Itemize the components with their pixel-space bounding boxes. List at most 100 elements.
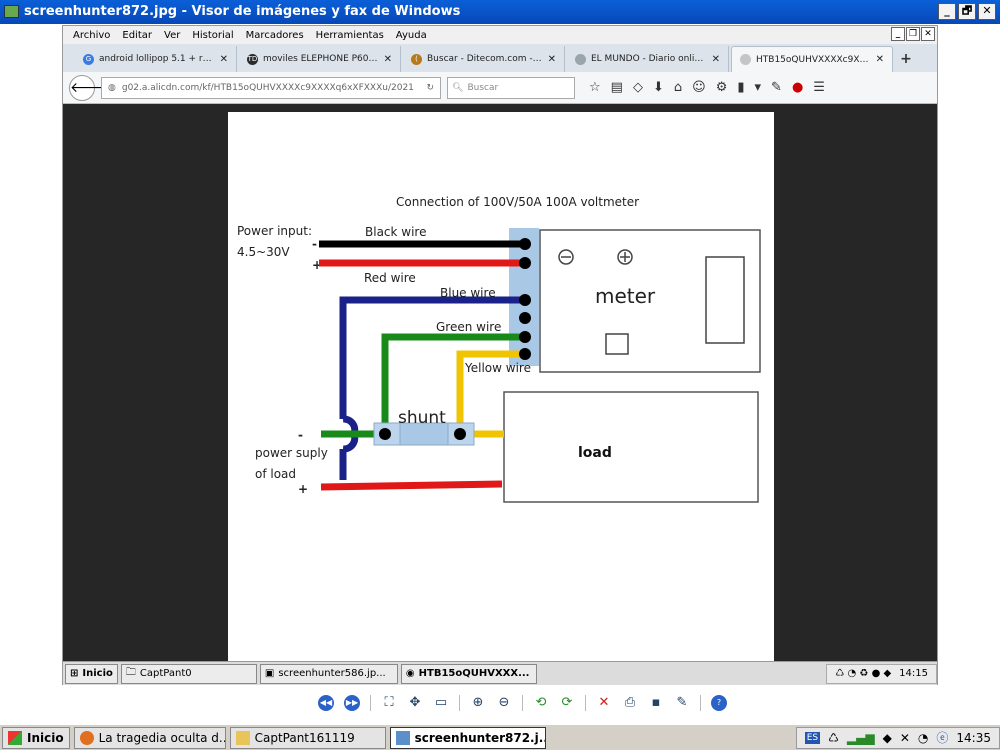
start-button[interactable]: Inicio — [2, 726, 70, 749]
windows-logo-icon: ⊞ — [70, 668, 79, 679]
url-text: g02.a.alicdn.com/kf/HTB15oQUHVXXXXc9XXXX… — [121, 82, 414, 93]
load-positive-wire — [320, 480, 503, 491]
google-favicon-icon: G — [83, 53, 94, 65]
black-wire-label: Black wire — [365, 225, 426, 239]
tab-close-icon[interactable]: ✕ — [712, 54, 720, 65]
windows-taskbar: Inicio La tragedia oculta d... CaptPant1… — [0, 724, 1000, 750]
tab-close-icon[interactable]: ✕ — [384, 54, 392, 65]
rotate-left-icon[interactable]: ⟲ — [533, 695, 549, 711]
tab-close-icon[interactable]: ✕ — [220, 54, 228, 65]
clock: 14:35 — [956, 730, 991, 745]
tab-close-icon[interactable]: ✕ — [876, 54, 884, 65]
wiring-diagram-svg: Connection of 100V/50A 100A voltmeter Po… — [237, 195, 761, 503]
best-fit-icon[interactable]: ⛶ — [381, 695, 397, 711]
tab-close-icon[interactable]: ✕ — [548, 54, 556, 65]
tab-htb-image[interactable]: HTB15oQUHVXXXXc9XXXX... ✕ — [731, 46, 893, 72]
edit-icon[interactable]: ✎ — [674, 695, 690, 711]
menu-archivo[interactable]: Archivo — [67, 30, 116, 41]
terminal-green — [519, 331, 531, 343]
menu-hamburger-icon[interactable]: ☰ — [813, 80, 825, 95]
addon-icon[interactable]: ✎ — [771, 80, 782, 95]
reading-list-icon[interactable]: ▤ — [611, 80, 623, 95]
load-plus-label: + — [298, 482, 308, 496]
tab-moviles-elephone[interactable]: TD moviles ELEPHONE P6000... ✕ — [239, 46, 401, 72]
blue-wire-upper — [339, 296, 525, 419]
menu-editar[interactable]: Editar — [116, 30, 158, 41]
image-viewer-icon — [4, 5, 19, 18]
browser-minimize-button[interactable]: _ — [891, 27, 905, 41]
bookmark-star-icon[interactable]: ☆ — [589, 80, 601, 95]
save-icon[interactable]: ▪ — [648, 695, 664, 711]
download-icon[interactable]: ⬇ — [653, 80, 664, 95]
language-icon[interactable]: ES — [804, 731, 821, 744]
update-icon[interactable]: ◔ — [918, 731, 928, 745]
dropdown-icon[interactable]: ▾ — [755, 80, 762, 95]
next-image-icon[interactable]: ▶▶ — [344, 695, 360, 711]
rotate-right-icon[interactable]: ⟳ — [559, 695, 575, 711]
network-icon[interactable]: ♺ — [828, 731, 839, 745]
tab-el-mundo[interactable]: EL MUNDO - Diario online l... ✕ — [567, 46, 729, 72]
terminal-black — [519, 238, 531, 250]
previous-image-icon[interactable]: ◀◀ — [318, 695, 334, 711]
td-favicon-icon: TD — [247, 53, 258, 65]
close-button[interactable]: ✕ — [978, 3, 996, 20]
restore-button[interactable]: 🗗 — [958, 3, 976, 20]
back-button[interactable]: 🡐 — [69, 74, 108, 101]
menu-ver[interactable]: Ver — [158, 30, 186, 41]
menu-herramientas[interactable]: Herramientas — [310, 30, 390, 41]
image-favicon-icon — [740, 54, 751, 65]
yellow-wire-label: Yellow wire — [464, 361, 531, 375]
reload-icon[interactable]: ↻ — [426, 83, 434, 93]
inner-task-screenhunter586[interactable]: ▣ screenhunter586.jp... — [259, 663, 398, 684]
zoom-in-icon[interactable]: ⊕ — [470, 695, 486, 711]
image-file-icon: ▣ — [264, 668, 275, 679]
menu-historial[interactable]: Historial — [186, 30, 239, 41]
url-bar[interactable]: ◍ g02.a.alicdn.com/kf/HTB15oQUHVXXXXc9XX… — [101, 76, 441, 99]
volume-icon[interactable]: ✕ — [900, 731, 910, 745]
minimize-button[interactable]: _ — [938, 3, 956, 20]
extension-icon[interactable]: ⚙ — [716, 80, 728, 95]
inner-task-captpant0[interactable]: 🗀 CaptPant0 — [120, 663, 257, 684]
menu-ayuda[interactable]: Ayuda — [390, 30, 433, 41]
wiring-diagram-image: Connection of 100V/50A 100A voltmeter Po… — [228, 112, 774, 680]
inner-taskbar: ⊞ Inicio 🗀 CaptPant0 ▣ screenhunter586.j… — [63, 661, 937, 685]
adblock-icon[interactable]: ● — [792, 80, 803, 95]
shunt-label: shunt — [398, 408, 446, 428]
signal-icon[interactable]: ▂▄▆ — [847, 731, 875, 745]
tab-android-lollipop[interactable]: G android lollipop 5.1 + radi... ✕ — [75, 46, 237, 72]
inner-task-htb-image[interactable]: ◉ HTB15oQUHVXXX... — [400, 663, 537, 684]
browser-nav-bar: 🡐 ◍ g02.a.alicdn.com/kf/HTB15oQUHVXXXXc9… — [63, 72, 937, 104]
slideshow-icon[interactable]: ▭ — [433, 695, 449, 711]
print-icon[interactable]: ⎙ — [622, 695, 638, 711]
search-bar[interactable]: 🔍︎ Buscar — [447, 76, 575, 99]
input-minus-label: - — [312, 237, 317, 251]
terminal-yellow — [519, 348, 531, 360]
browser-close-button[interactable]: ✕ — [921, 27, 935, 41]
task-screenhunter872[interactable]: screenhunter872.j... — [389, 726, 546, 749]
security-icon[interactable]: ◆ — [883, 731, 892, 745]
pocket-icon[interactable]: ◇ — [633, 80, 643, 95]
load-label: load — [578, 445, 612, 461]
zoom-out-icon[interactable]: ⊖ — [496, 695, 512, 711]
task-firefox-tragedia[interactable]: La tragedia oculta d... — [73, 726, 226, 749]
browser-restore-button[interactable]: ❐ — [906, 27, 920, 41]
viewer-title-bar: screenhunter872.jpg - Visor de imágenes … — [0, 0, 1000, 24]
chat-icon[interactable]: ☺ — [692, 80, 706, 95]
home-icon[interactable]: ⌂ — [674, 80, 682, 95]
menu-marcadores[interactable]: Marcadores — [240, 30, 310, 41]
browser-menu-bar: Archivo Editar Ver Historial Marcadores … — [63, 26, 937, 44]
new-tab-button[interactable]: + — [895, 46, 917, 72]
power-supply-label-line2: of load — [255, 467, 296, 481]
inner-start-button[interactable]: ⊞ Inicio — [65, 663, 118, 684]
battery-icon[interactable]: ▮ — [737, 80, 744, 95]
shunt-terminal-right — [454, 428, 466, 440]
ie-icon[interactable]: ⓔ — [936, 729, 948, 746]
image-viewer-icon — [395, 730, 410, 745]
actual-size-icon[interactable]: ✥ — [407, 695, 423, 711]
globe-favicon-icon — [575, 53, 586, 65]
delete-icon[interactable]: ✕ — [596, 695, 612, 711]
voltage-label: 4.5~30V — [237, 245, 290, 259]
tab-buscar-ditecom[interactable]: ( Buscar - Ditecom.com - In... ✕ — [403, 46, 565, 72]
help-icon[interactable]: ? — [711, 695, 727, 711]
task-folder-captpant[interactable]: CaptPant161119 — [229, 726, 386, 749]
